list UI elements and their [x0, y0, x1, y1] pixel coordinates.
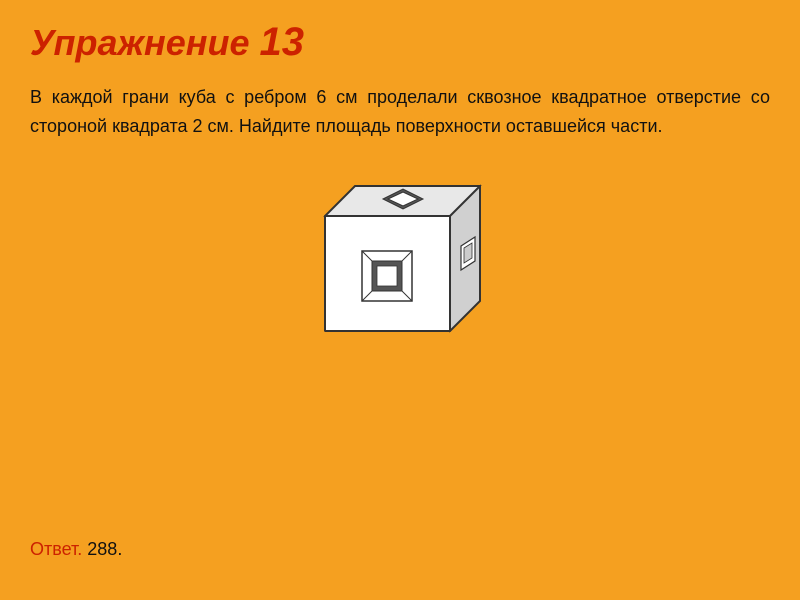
title-number: 13: [260, 20, 305, 65]
title-prefix: Упражнение: [30, 22, 250, 64]
answer-section: Ответ. 288.: [30, 539, 122, 560]
cube-illustration: [30, 161, 770, 361]
answer-label: Ответ.: [30, 539, 82, 559]
page-container: Упражнение 13 В каждой грани куба с ребр…: [0, 0, 800, 600]
title-line: Упражнение 13: [30, 20, 770, 65]
cube-svg: [295, 161, 505, 361]
problem-text: В каждой грани куба с ребром 6 см продел…: [30, 83, 770, 141]
answer-value: 288.: [82, 539, 122, 559]
